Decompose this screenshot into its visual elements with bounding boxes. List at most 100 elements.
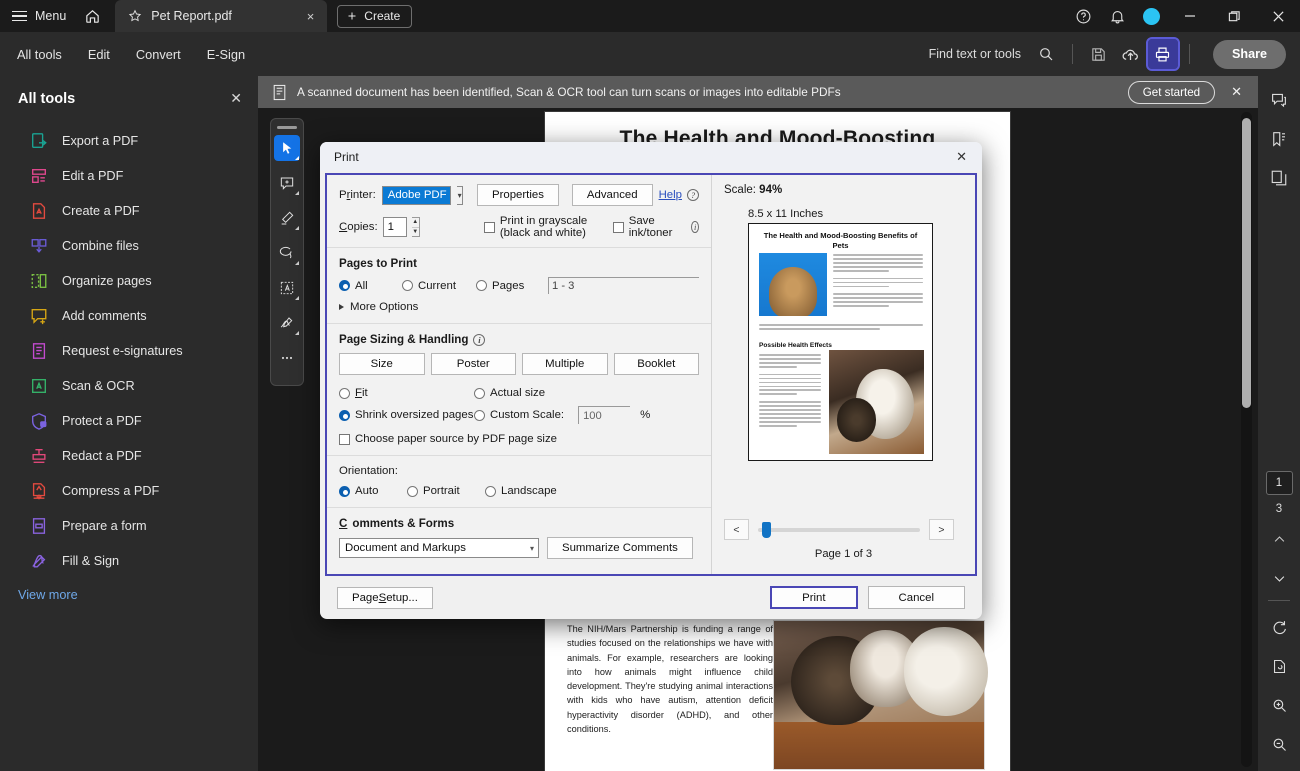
sidebar-item-protect-a-pdf[interactable]: Protect a PDF [0, 403, 258, 438]
minimize-button[interactable] [1168, 0, 1212, 32]
zoom-out-icon[interactable] [1264, 729, 1294, 759]
document-scrollbar[interactable] [1241, 112, 1252, 767]
preview-next-button[interactable]: > [929, 519, 954, 540]
radio-landscape[interactable] [485, 486, 496, 497]
print-button[interactable]: Print [770, 586, 857, 609]
view-more-link[interactable]: View more [0, 578, 258, 602]
summarize-comments-button[interactable]: Summarize Comments [547, 537, 693, 559]
comments-panel-icon[interactable] [1264, 85, 1294, 115]
select-text-icon[interactable] [274, 275, 300, 301]
search-icon[interactable] [1031, 39, 1061, 69]
orientation-option-portrait[interactable]: Portrait [407, 485, 485, 497]
print-dialog-close-button[interactable]: ✕ [951, 147, 972, 167]
grayscale-option[interactable]: Print in grayscale (black and white) [484, 215, 592, 239]
sidebar-item-organize-pages[interactable]: Organize pages [0, 263, 258, 298]
preview-slider-knob[interactable] [762, 522, 771, 538]
page-tools-icon[interactable] [1264, 651, 1294, 681]
preview-page-slider[interactable] [758, 528, 920, 532]
help-circle-icon[interactable] [1066, 0, 1100, 32]
tab-edit[interactable]: Edit [75, 47, 123, 62]
save-ink-info-icon[interactable]: i [691, 221, 699, 233]
multiple-button[interactable]: Multiple [522, 353, 608, 375]
pages-option-current[interactable]: Current [402, 280, 476, 292]
bookmarks-panel-icon[interactable] [1264, 124, 1294, 154]
get-started-button[interactable]: Get started [1128, 81, 1215, 104]
sidebar-item-add-comments[interactable]: Add comments [0, 298, 258, 333]
page-setup-button[interactable]: Page Setup... [337, 587, 433, 609]
orientation-option-auto[interactable]: Auto [339, 485, 407, 497]
printer-select[interactable]: Adobe PDF [382, 186, 452, 205]
create-button[interactable]: Create [337, 5, 412, 28]
radio-auto[interactable] [339, 486, 350, 497]
pages-option-pages[interactable]: Pages [476, 280, 548, 292]
tab-convert[interactable]: Convert [123, 47, 194, 62]
sign-pen-icon[interactable] [274, 310, 300, 336]
scrollbar-thumb[interactable] [1242, 118, 1251, 408]
rotate-icon[interactable] [1264, 612, 1294, 642]
more-options-toggle[interactable]: More Options [339, 301, 699, 313]
radio-custom-scale[interactable] [474, 410, 485, 421]
avatar[interactable] [1134, 0, 1168, 32]
document-tab[interactable]: Pet Report.pdf × [115, 0, 327, 32]
sidebar-item-prepare-a-form[interactable]: Prepare a form [0, 508, 258, 543]
save-ink-checkbox[interactable] [613, 222, 624, 233]
highlighter-icon[interactable] [274, 205, 300, 231]
share-button[interactable]: Share [1213, 40, 1286, 69]
sidebar-close-button[interactable]: ✕ [230, 90, 242, 107]
grayscale-checkbox[interactable] [484, 222, 495, 233]
copies-stepper[interactable]: ▲ ▼ [412, 217, 420, 237]
banner-close-button[interactable]: ✕ [1231, 84, 1242, 100]
sizing-option-custom-scale[interactable]: Custom Scale: [474, 409, 564, 421]
help-link[interactable]: Help [659, 189, 682, 201]
custom-scale-input[interactable]: 100 [578, 406, 630, 424]
sidebar-item-redact-a-pdf[interactable]: Redact a PDF [0, 438, 258, 473]
orientation-option-landscape[interactable]: Landscape [485, 485, 557, 497]
tab-close-button[interactable]: × [304, 9, 318, 24]
select-cursor-icon[interactable] [274, 135, 300, 161]
bell-icon[interactable] [1100, 0, 1134, 32]
page-sizing-info-icon[interactable]: i [473, 334, 485, 346]
print-icon[interactable] [1148, 39, 1178, 69]
add-comment-icon[interactable] [274, 170, 300, 196]
sidebar-item-compress-a-pdf[interactable]: Compress a PDF [0, 473, 258, 508]
star-icon[interactable] [128, 9, 142, 23]
paper-source-option[interactable]: Choose paper source by PDF page size [339, 433, 699, 445]
upload-cloud-icon[interactable] [1116, 39, 1146, 69]
copies-input[interactable]: 1 [383, 217, 407, 237]
booklet-button[interactable]: Booklet [614, 353, 700, 375]
paper-source-checkbox[interactable] [339, 434, 350, 445]
zoom-in-icon[interactable] [1264, 690, 1294, 720]
find-label[interactable]: Find text or tools [929, 47, 1021, 61]
preview-prev-button[interactable]: < [724, 519, 749, 540]
save-icon[interactable] [1084, 39, 1114, 69]
sidebar-item-fill-sign[interactable]: Fill & Sign [0, 543, 258, 578]
chevron-down-icon[interactable] [1264, 563, 1294, 593]
radio-all[interactable] [339, 280, 350, 291]
radio-current[interactable] [402, 280, 413, 291]
tab-all-tools[interactable]: All tools [4, 47, 75, 62]
tab-e-sign[interactable]: E-Sign [194, 47, 258, 62]
poster-button[interactable]: Poster [431, 353, 517, 375]
current-page-input[interactable]: 1 [1266, 471, 1293, 495]
save-ink-option[interactable]: Save ink/toner [613, 215, 673, 239]
sizing-option-shrink[interactable]: Shrink oversized pages [339, 409, 474, 421]
menu-button[interactable]: Menu [12, 9, 66, 23]
restore-window-icon[interactable] [1212, 0, 1256, 32]
more-ellipsis-icon[interactable] [274, 345, 300, 371]
sidebar-item-create-a-pdf[interactable]: Create a PDF [0, 193, 258, 228]
comments-forms-select[interactable]: Document and Markups ▾ [339, 538, 539, 558]
radio-fit[interactable] [339, 388, 350, 399]
sidebar-item-combine-files[interactable]: Combine files [0, 228, 258, 263]
radio-actual-size[interactable] [474, 388, 485, 399]
cancel-button[interactable]: Cancel [868, 586, 965, 609]
radio-shrink[interactable] [339, 410, 350, 421]
size-button[interactable]: Size [339, 353, 425, 375]
home-button[interactable] [84, 8, 101, 25]
sizing-option-fit[interactable]: Fit [339, 387, 474, 399]
sidebar-item-edit-a-pdf[interactable]: Edit a PDF [0, 158, 258, 193]
sidebar-item-scan-ocr[interactable]: Scan & OCR [0, 368, 258, 403]
lasso-draw-icon[interactable] [274, 240, 300, 266]
printer-select-caret-icon[interactable]: ▾ [457, 186, 463, 205]
sidebar-item-export-a-pdf[interactable]: Export a PDF [0, 123, 258, 158]
copies-increment-icon[interactable]: ▲ [412, 218, 419, 227]
